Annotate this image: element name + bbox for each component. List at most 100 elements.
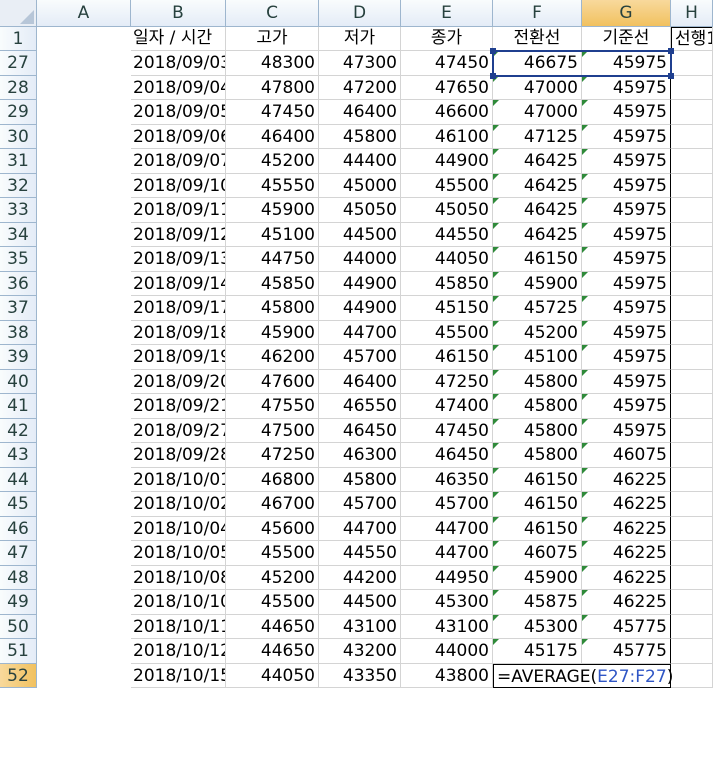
row-header[interactable]: 32 — [0, 173, 37, 198]
value-cell[interactable]: 47450 — [226, 100, 319, 125]
value-cell[interactable]: 47500 — [226, 418, 319, 443]
empty-cell[interactable] — [582, 541, 671, 566]
row-header[interactable]: 49 — [0, 590, 37, 615]
empty-cell[interactable] — [671, 516, 713, 541]
empty-cell[interactable] — [582, 320, 671, 345]
row-header[interactable]: 27 — [0, 51, 37, 76]
date-cell[interactable]: 2018/10/11 — [131, 614, 226, 639]
value-cell[interactable]: 43100 — [401, 614, 493, 639]
date-cell[interactable]: 2018/09/11 — [131, 198, 226, 223]
value-cell[interactable]: 46400 — [226, 124, 319, 149]
value-cell[interactable]: 47300 — [319, 51, 401, 76]
value-cell[interactable]: 46600 — [401, 100, 493, 125]
empty-cell[interactable] — [582, 516, 671, 541]
value-cell[interactable]: 44050 — [401, 247, 493, 272]
empty-cell[interactable] — [671, 296, 713, 321]
value-cell[interactable]: 46150 — [493, 492, 582, 517]
row-header[interactable]: 42 — [0, 418, 37, 443]
row-header[interactable]: 38 — [0, 320, 37, 345]
date-cell[interactable]: 2018/09/14 — [131, 271, 226, 296]
empty-cell[interactable] — [671, 247, 713, 272]
value-cell[interactable]: 44000 — [319, 247, 401, 272]
value-cell[interactable]: 47125 — [493, 124, 582, 149]
value-cell[interactable]: 45850 — [401, 271, 493, 296]
empty-cell[interactable] — [582, 173, 671, 198]
empty-cell[interactable] — [671, 418, 713, 443]
value-cell[interactable]: 46675 — [493, 51, 582, 76]
value-cell[interactable]: 45550 — [226, 173, 319, 198]
row-header[interactable]: 1 — [0, 27, 37, 51]
value-cell[interactable]: 47000 — [493, 75, 582, 100]
row-header[interactable]: 31 — [0, 149, 37, 174]
empty-cell[interactable] — [582, 247, 671, 272]
empty-cell[interactable] — [582, 565, 671, 590]
value-cell[interactable]: 47250 — [226, 443, 319, 468]
date-cell[interactable]: 2018/10/12 — [131, 639, 226, 664]
column-header-c[interactable]: C — [226, 0, 319, 27]
value-cell[interactable]: 47650 — [401, 75, 493, 100]
row-header[interactable]: 52 — [0, 663, 37, 688]
row-header[interactable]: 46 — [0, 516, 37, 541]
value-cell[interactable]: 45500 — [401, 173, 493, 198]
row-header[interactable]: 34 — [0, 222, 37, 247]
date-cell[interactable]: 2018/10/01 — [131, 467, 226, 492]
header-cell[interactable]: 고가 — [226, 27, 319, 51]
value-cell[interactable]: 46425 — [493, 222, 582, 247]
value-cell[interactable]: 46400 — [319, 369, 401, 394]
date-cell[interactable]: 2018/09/05 — [131, 100, 226, 125]
formula-edit-cell[interactable]: =AVERAGE(E27:F27) — [493, 663, 673, 688]
date-cell[interactable]: 2018/09/13 — [131, 247, 226, 272]
value-cell[interactable]: 46300 — [319, 443, 401, 468]
value-cell[interactable]: 46350 — [401, 467, 493, 492]
value-cell[interactable]: 46150 — [493, 516, 582, 541]
value-cell[interactable]: 45800 — [319, 467, 401, 492]
row-header[interactable]: 51 — [0, 639, 37, 664]
value-cell[interactable]: 47200 — [319, 75, 401, 100]
date-cell[interactable]: 2018/10/02 — [131, 492, 226, 517]
value-cell[interactable]: 45050 — [401, 198, 493, 223]
column-header-b[interactable]: B — [131, 0, 226, 27]
value-cell[interactable]: 44700 — [319, 516, 401, 541]
value-cell[interactable]: 46425 — [493, 173, 582, 198]
value-cell[interactable]: 47600 — [226, 369, 319, 394]
row-header[interactable]: 39 — [0, 345, 37, 370]
row-header[interactable]: 37 — [0, 296, 37, 321]
row-header[interactable]: 35 — [0, 247, 37, 272]
value-cell[interactable]: 47450 — [401, 418, 493, 443]
row-header[interactable]: 29 — [0, 100, 37, 125]
value-cell[interactable]: 45200 — [226, 565, 319, 590]
row-header[interactable]: 30 — [0, 124, 37, 149]
date-cell[interactable]: 2018/09/28 — [131, 443, 226, 468]
value-cell[interactable]: 45900 — [493, 271, 582, 296]
date-cell[interactable]: 2018/09/07 — [131, 149, 226, 174]
date-cell[interactable]: 2018/09/10 — [131, 173, 226, 198]
selection-handle[interactable] — [668, 48, 674, 54]
empty-cell[interactable] — [671, 467, 713, 492]
empty-cell[interactable] — [671, 394, 713, 419]
value-cell[interactable]: 44650 — [226, 614, 319, 639]
empty-cell[interactable] — [582, 639, 671, 664]
empty-cell[interactable] — [671, 541, 713, 566]
selection-handle[interactable] — [490, 72, 496, 79]
value-cell[interactable]: 46100 — [401, 124, 493, 149]
value-cell[interactable]: 45900 — [226, 198, 319, 223]
empty-cell[interactable] — [671, 369, 713, 394]
empty-cell[interactable] — [582, 369, 671, 394]
header-cell[interactable]: 종가 — [401, 27, 493, 51]
empty-cell[interactable] — [582, 100, 671, 125]
empty-cell[interactable] — [671, 75, 713, 100]
value-cell[interactable]: 45500 — [226, 541, 319, 566]
date-cell[interactable]: 2018/10/08 — [131, 565, 226, 590]
empty-cell[interactable] — [582, 467, 671, 492]
value-cell[interactable]: 46450 — [319, 418, 401, 443]
empty-cell[interactable] — [582, 149, 671, 174]
value-cell[interactable]: 47000 — [493, 100, 582, 125]
value-cell[interactable]: 46400 — [319, 100, 401, 125]
empty-cell[interactable] — [582, 443, 671, 468]
column-header-d[interactable]: D — [319, 0, 401, 27]
date-cell[interactable]: 2018/09/18 — [131, 320, 226, 345]
row-header[interactable]: 36 — [0, 271, 37, 296]
row-header[interactable]: 45 — [0, 492, 37, 517]
date-cell[interactable]: 2018/09/04 — [131, 75, 226, 100]
value-cell[interactable]: 45725 — [493, 296, 582, 321]
